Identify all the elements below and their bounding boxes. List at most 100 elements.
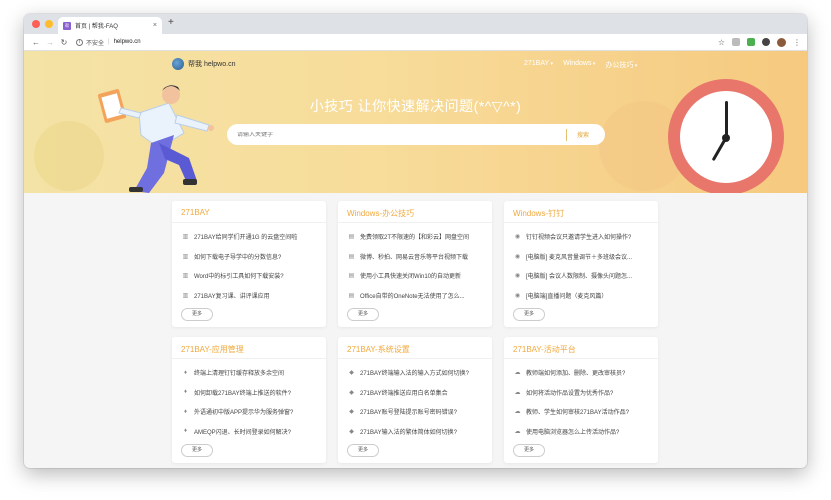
card-title[interactable]: 271BAY-系统设置	[338, 337, 492, 359]
list-item[interactable]: ▤ 免费领取2T不限速的【和彩云】网盘空间	[347, 227, 483, 247]
card-title[interactable]: 271BAY-活动平台	[504, 337, 658, 359]
item-text: 如何卸载271BAY终端上推送的软件?	[194, 390, 291, 397]
item-text: Office自带的OneNote无法使用了怎么...	[360, 293, 465, 300]
close-window-button[interactable]	[32, 20, 40, 28]
tab-strip: 帮 首页 | 帮我-FAQ × +	[24, 14, 807, 34]
close-tab-icon[interactable]: ×	[153, 22, 157, 29]
list-item[interactable]: ◉ [电脑版] 会议人数限制、摄像头问题怎...	[513, 266, 649, 286]
forward-arrow-icon[interactable]: →	[44, 38, 56, 47]
item-text: 271BAY终端推送应用白名单集合	[360, 390, 448, 397]
toolbar-actions: ☆ ⋮	[718, 37, 801, 47]
list-item[interactable]: ☁ 教师、学生如何审核271BAY活动作品?	[513, 402, 649, 422]
list-item[interactable]: ◉ 钉钉视频会议只邀请学生进入如何操作?	[513, 227, 649, 247]
document-icon: ▤	[348, 253, 355, 260]
cloud-icon: ☁	[514, 409, 521, 416]
list-item[interactable]: ▤ Office自带的OneNote无法使用了怎么...	[347, 286, 483, 306]
profile-avatar[interactable]	[777, 37, 786, 47]
document-icon: ▤	[348, 292, 355, 299]
compass-icon: ◉	[514, 234, 521, 241]
list-item[interactable]: ♦ AMEQP闪退、长时间登录如何解决?	[181, 422, 317, 442]
nav-item-office-tips[interactable]: 办公技巧	[605, 60, 637, 70]
tab-title: 首页 | 帮我-FAQ	[75, 24, 118, 30]
search-button[interactable]: 搜索	[577, 130, 589, 139]
search-input[interactable]	[237, 131, 556, 138]
more-button[interactable]: 更多	[347, 444, 379, 457]
compass-icon: ◉	[514, 292, 521, 299]
category-card: 271BAY-活动平台 ☁ 教师端如何添加、删除、更改审核员? ☁ 如何将活动作品设…	[504, 337, 658, 463]
more-button[interactable]: 更多	[181, 308, 213, 321]
item-text: 微博、秒拍、网易云音乐等平台视频下载	[360, 254, 469, 261]
active-tab[interactable]: 帮 首页 | 帮我-FAQ ×	[58, 17, 162, 34]
item-text: 如何将活动作品设置为优秀作品?	[526, 390, 614, 397]
extension-badge-icon[interactable]	[747, 38, 755, 46]
item-text: 外语通初中版APP提示华为服务弹窗?	[194, 410, 294, 417]
reload-icon[interactable]: ↻	[58, 38, 70, 47]
drop-icon: ♦	[183, 389, 188, 396]
insecure-label: 不安全	[86, 40, 105, 47]
new-tab-button[interactable]: +	[168, 17, 174, 28]
nav-item-271bay[interactable]: 271BAY	[524, 60, 553, 70]
more-button[interactable]: 更多	[181, 444, 213, 457]
list-item[interactable]: ☁ 如何将活动作品设置为优秀作品?	[513, 383, 649, 403]
card-title[interactable]: Windows-钉钉	[504, 201, 658, 223]
card-title[interactable]: 271BAY-应用管理	[172, 337, 326, 359]
list-item[interactable]: ◉ [电脑版] 麦克风音量调节＋多班级会议...	[513, 247, 649, 267]
item-text: 271BAY复习课、讲评课应用	[194, 293, 270, 300]
page-content: 帮我 helpwo.cn 271BAY Windows 办公技巧	[24, 51, 807, 468]
doctor-illustration	[97, 85, 214, 193]
compass-icon: ◉	[514, 273, 521, 280]
list-item[interactable]: ◆ 271BAY终端输入法的输入方式如何切换?	[347, 363, 483, 383]
extension-icon[interactable]	[732, 38, 740, 46]
clock-face	[680, 91, 772, 183]
list-item[interactable]: ▥ 271BAY给同学们开通1G 的云盘空间啦	[181, 227, 317, 247]
list-item[interactable]: ▥ 271BAY复习课、讲评课应用	[181, 286, 317, 306]
card-title[interactable]: Windows-办公技巧	[338, 201, 492, 223]
list-item[interactable]: ♦ 终端上清理钉钉缓存释放多余空间	[181, 363, 317, 383]
nav-item-windows[interactable]: Windows	[563, 60, 595, 70]
brand-text: 帮我 helpwo.cn	[188, 61, 236, 68]
card-title[interactable]: 271BAY	[172, 201, 326, 223]
document-icon: ▤	[348, 234, 355, 241]
list-item[interactable]: ◆ 271BAY终端推送应用白名单集合	[347, 383, 483, 403]
browser-menu-icon[interactable]: ⋮	[793, 38, 801, 47]
bookmark-star-icon[interactable]: ☆	[718, 38, 725, 47]
list-item[interactable]: ☁ 使用电脑浏览器怎么上传活动作品?	[513, 422, 649, 442]
drop-icon: ♦	[183, 428, 188, 435]
item-text: 使用小工具快速关闭Win10的自动更新	[360, 274, 462, 281]
site-logo-icon	[172, 58, 184, 70]
list-item[interactable]: ▤ 微博、秒拍、网易云音乐等平台视频下载	[347, 247, 483, 267]
url-text[interactable]: helpwo.cn	[114, 39, 141, 45]
site-favicon-icon: 帮	[63, 21, 71, 30]
card-list: ▥ 271BAY给同学们开通1G 的云盘空间啦 ▥ 如何下载电子导学中的分数信息? …	[172, 223, 326, 305]
list-item[interactable]: ◆ 271BAY输入法的繁体简体如何切换?	[347, 422, 483, 442]
list-item[interactable]: ♦ 外语通初中版APP提示华为服务弹窗?	[181, 402, 317, 422]
category-cards: 271BAY ▥ 271BAY给同学们开通1G 的云盘空间啦 ▥ 如何下载电子导学中…	[172, 201, 659, 463]
list-item[interactable]: ▤ 使用小工具快速关闭Win10的自动更新	[347, 266, 483, 286]
drop-icon: ♦	[183, 369, 188, 376]
list-item[interactable]: ▥ Word中的标引工具如何下载安装?	[181, 266, 317, 286]
cloud-icon: ☁	[514, 370, 521, 377]
extension-dark-icon[interactable]	[762, 38, 770, 46]
more-button[interactable]: 更多	[513, 308, 545, 321]
back-arrow-icon[interactable]: ←	[30, 38, 42, 47]
more-button[interactable]: 更多	[347, 308, 379, 321]
site-brand[interactable]: 帮我 helpwo.cn	[172, 58, 235, 70]
address-toolbar: ← → ↻ i 不安全 | helpwo.cn ☆ ⋮	[24, 34, 807, 51]
diamond-icon: ◆	[349, 409, 354, 416]
list-item[interactable]: ▥ 如何下载电子导学中的分数信息?	[181, 247, 317, 267]
address-bar[interactable]: i 不安全 | helpwo.cn	[76, 38, 718, 47]
diamond-icon: ◆	[349, 389, 354, 396]
category-card: 271BAY-系统设置 ◆ 271BAY终端输入法的输入方式如何切换? ◆ 271B…	[338, 337, 492, 463]
list-item[interactable]: ◆ 271BAY账号登陆提示账号密码错误?	[347, 402, 483, 422]
info-icon[interactable]: i	[76, 38, 83, 46]
list-item[interactable]: ☁ 教师端如何添加、删除、更改审核员?	[513, 363, 649, 383]
compass-icon: ◉	[514, 253, 521, 260]
minimize-window-button[interactable]	[45, 20, 53, 28]
item-text: 钉钉视频会议只邀请学生进入如何操作?	[526, 235, 632, 242]
item-text: 271BAY输入法的繁体简体如何切换?	[360, 429, 457, 436]
drop-icon: ♦	[183, 408, 188, 415]
list-item[interactable]: ◉ [电脑端]直播问题（麦克风篇）	[513, 286, 649, 306]
list-item[interactable]: ♦ 如何卸载271BAY终端上推送的软件?	[181, 383, 317, 403]
document-icon: ▤	[348, 273, 355, 280]
more-button[interactable]: 更多	[513, 444, 545, 457]
